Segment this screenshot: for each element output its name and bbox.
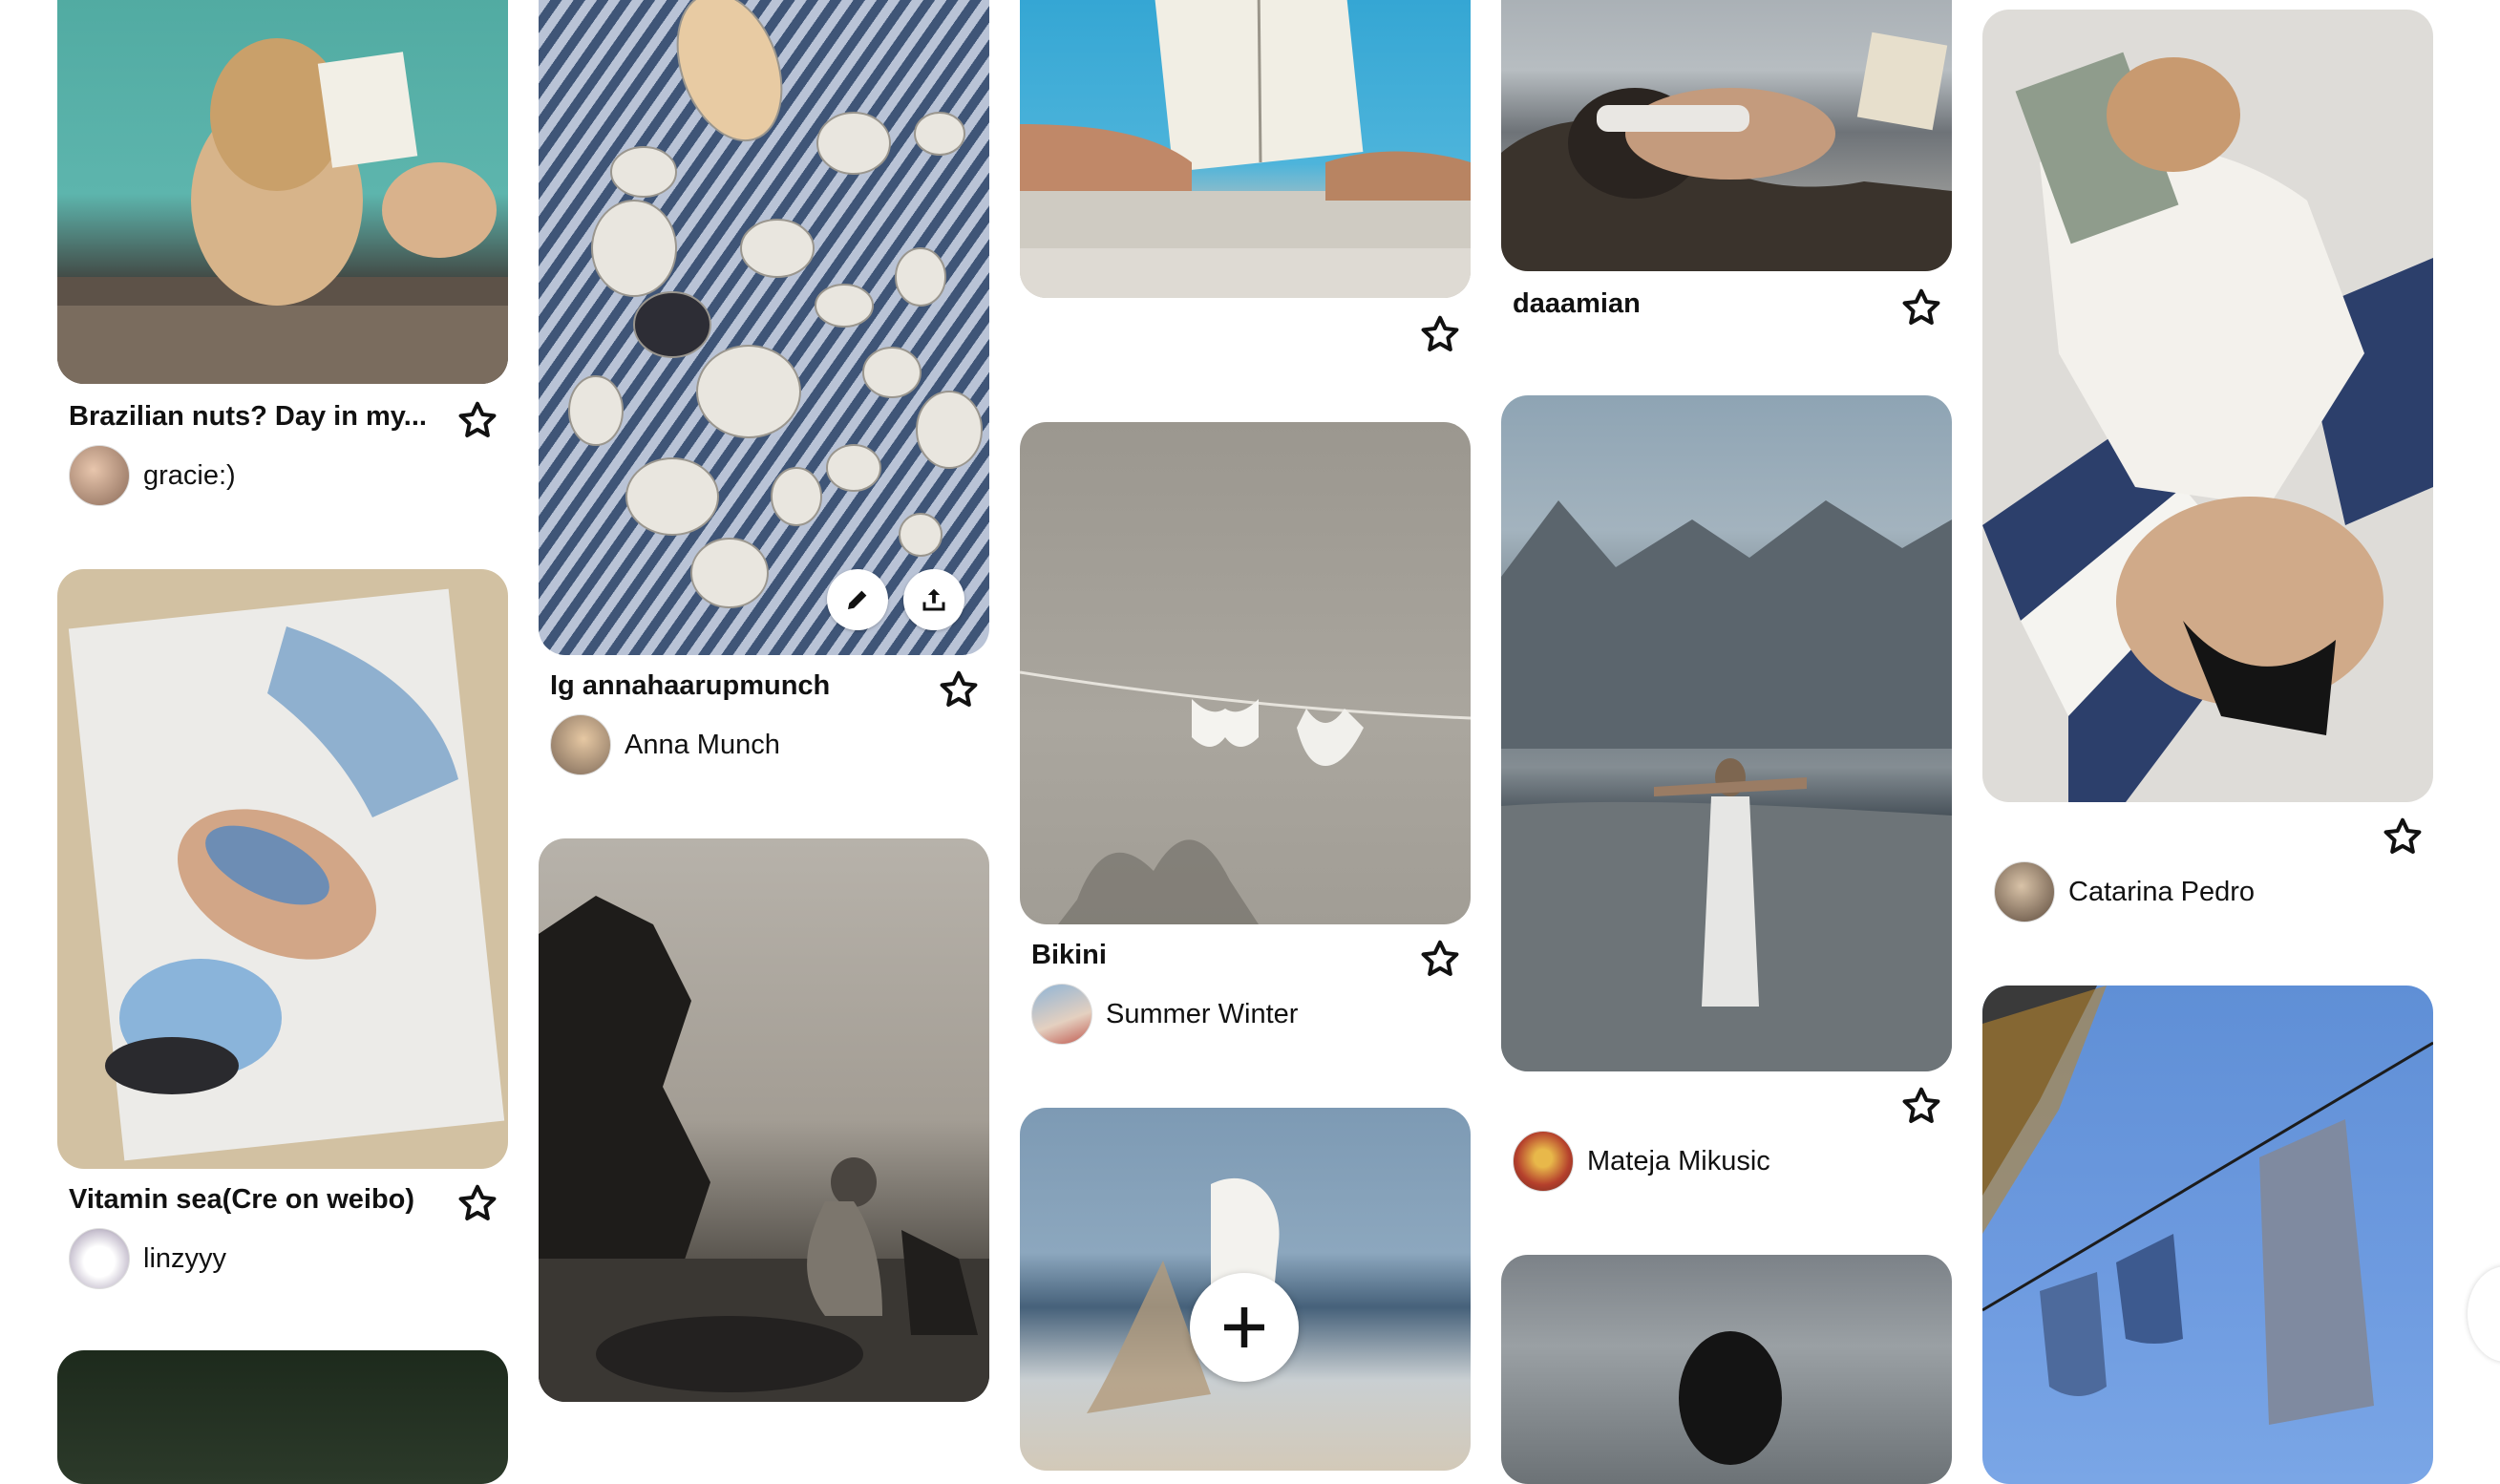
edit-button[interactable] [827,569,888,630]
pin-title[interactable]: daaamian [1513,288,1875,320]
pin-image-blanket-jeans[interactable] [57,569,508,1169]
avatar [1513,1131,1574,1192]
share-button[interactable] [903,569,964,630]
avatar [1031,984,1092,1045]
creator-name: Mateja Mikusic [1587,1145,1770,1177]
creator-row[interactable]: Summer Winter [1031,984,1298,1045]
save-star-button[interactable] [1900,1085,1942,1127]
create-button[interactable] [1190,1273,1299,1382]
pin-image-mountain-beach[interactable] [1501,395,1952,1071]
creator-row[interactable]: linzyyy [69,1228,226,1289]
save-star-button[interactable] [1900,286,1942,329]
star-icon [2382,816,2424,858]
creator-name: linzyyy [143,1242,227,1274]
creator-row[interactable]: gracie:) [69,445,236,506]
creator-name: Catarina Pedro [2068,876,2256,907]
star-icon [938,668,980,710]
star-icon [1900,1085,1942,1127]
avatar [69,1228,130,1289]
pin-title[interactable]: Bikini [1031,940,1394,971]
pin-image-pool-reading[interactable] [57,0,508,384]
creator-name: gracie:) [143,459,236,491]
save-star-button[interactable] [456,399,498,441]
creator-name: Summer Winter [1106,998,1299,1029]
pin-image-headphones[interactable] [1501,0,1952,271]
scroll-right-button[interactable] [2468,1266,2500,1362]
save-star-button[interactable] [1419,938,1461,980]
star-icon [1419,938,1461,980]
save-star-button[interactable] [938,668,980,710]
save-star-button[interactable] [456,1182,498,1224]
plus-icon [1224,1307,1264,1347]
creator-name: Anna Munch [625,729,780,760]
save-star-button[interactable] [2382,816,2424,858]
share-icon [922,588,945,611]
pin-image-bw-rock[interactable] [539,838,989,1402]
avatar [69,445,130,506]
star-icon [1419,313,1461,355]
pin-title[interactable]: Vitamin sea(Cre on weibo) [69,1184,451,1216]
pin-image-laundry-blue[interactable] [1982,986,2433,1484]
creator-row[interactable]: Anna Munch [550,714,780,775]
pin-title[interactable]: Ig annahaarupmunch [550,670,913,702]
star-icon [456,399,498,441]
star-icon [1900,286,1942,329]
avatar [550,714,611,775]
pin-image-seashells[interactable] [539,0,989,655]
star-icon [456,1182,498,1224]
pin-image-forest-dark[interactable] [57,1350,508,1484]
creator-row[interactable]: Catarina Pedro [1994,861,2255,922]
save-star-button[interactable] [1419,313,1461,355]
pin-image-bikini-line[interactable] [1020,422,1471,924]
avatar [1994,861,2055,922]
pin-title[interactable]: Brazilian nuts? Day in my... [69,401,432,433]
pin-image-sea-silhouette[interactable] [1501,1255,1952,1484]
pencil-icon [848,590,867,609]
creator-row[interactable]: Mateja Mikusic [1513,1131,1770,1192]
pin-image-towel-book[interactable] [1982,10,2433,802]
pin-image-pool-book[interactable] [1020,0,1471,298]
